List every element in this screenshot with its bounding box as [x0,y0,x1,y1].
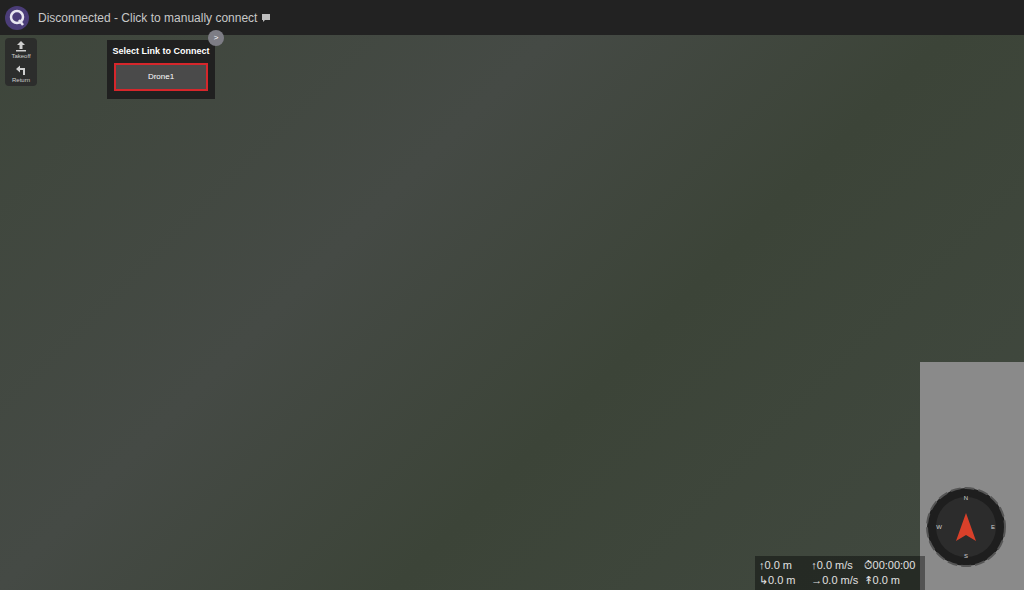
message-icon[interactable] [261,13,271,23]
telemetry-value: ⏱00:00:00 [864,558,921,573]
tool-button[interactable]: Return [5,62,37,86]
compass-icon: N E S W [926,487,1006,567]
telemetry-value: ↑0.0 m [759,558,811,573]
compass: N E S W [926,487,1006,567]
tool-button[interactable]: Takeoff [5,38,37,62]
compass-label: N [964,495,968,501]
connection-status[interactable]: Disconnected - Click to manually connect [38,9,271,27]
connect-popup: Select Link to Connect Drone1 [107,40,215,99]
compass-label: S [964,553,968,559]
popup-title: Select Link to Connect [113,45,210,59]
compass-label: E [991,524,995,530]
return-icon [15,64,27,76]
link-button[interactable]: Drone1 [114,63,208,91]
telemetry-value: →0.0 m/s [811,573,863,588]
telemetry-row: ↑0.0 m↑0.0 m/s⏱00:00:00 [759,558,921,573]
compass-label: W [936,524,942,530]
telemetry-value: ↟0.0 m [864,573,921,588]
map-area[interactable]: TakeoffReturn Select Link to Connect Drone… [0,35,1024,590]
tool-strip: TakeoffReturn [5,38,37,86]
takeoff-icon [15,40,27,52]
telemetry-value: ↑0.0 m/s [811,558,863,573]
app: Disconnected - Click to manually connect… [0,0,1024,590]
telemetry-value: ↳0.0 m [759,573,811,588]
telemetry-panel: ↑0.0 m↑0.0 m/s⏱00:00:00↳0.0 m→0.0 m/s↟0.… [755,556,925,590]
qgc-logo-icon[interactable] [4,5,30,31]
top-toolbar: Disconnected - Click to manually connect [0,0,1024,35]
telemetry-row: ↳0.0 m→0.0 m/s↟0.0 m [759,573,921,588]
expand-button[interactable]: > [208,30,224,46]
